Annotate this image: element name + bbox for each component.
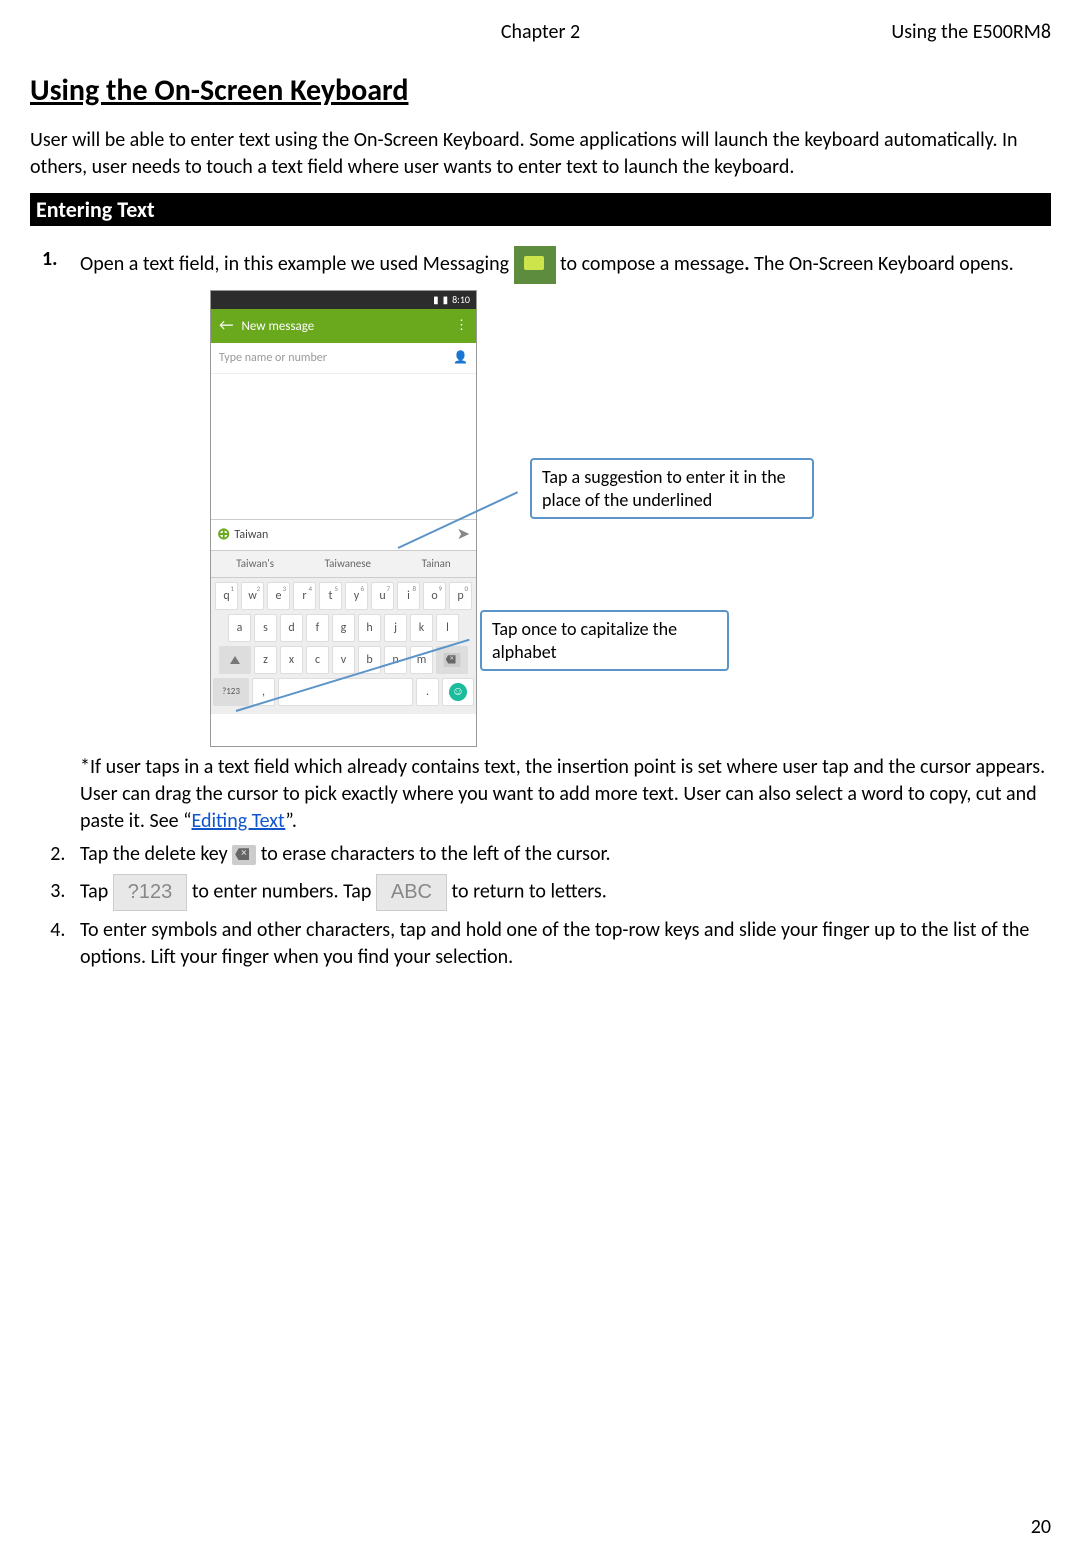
header-center: Chapter 2: [367, 20, 714, 44]
key-x[interactable]: x: [280, 646, 303, 674]
step-4: To enter symbols and other characters, t…: [70, 917, 1051, 971]
messaging-icon: ⌣: [514, 246, 556, 284]
step1-text-c: The On-Screen Keyboard opens.: [754, 252, 1014, 276]
step-1: Open a text field, in this example we us…: [70, 246, 1051, 748]
contact-icon[interactable]: 👤: [453, 350, 468, 366]
key-s[interactable]: s: [254, 614, 277, 642]
delete-key[interactable]: [436, 646, 468, 674]
key-w[interactable]: w2: [241, 582, 264, 610]
step2-b: to erase characters to the left of the c…: [261, 842, 611, 866]
key-a[interactable]: a: [228, 614, 251, 642]
signal-icon: ▮: [433, 293, 439, 307]
letters-key-icon: ABC: [376, 874, 447, 911]
step-3: Tap ?123 to enter numbers. Tap ABC to re…: [70, 874, 1051, 911]
message-body[interactable]: [211, 374, 476, 519]
attach-icon[interactable]: ⊕: [217, 524, 230, 546]
step1-text-a: Open a text field, in this example we us…: [80, 252, 514, 276]
page-title: Using the On-Screen Keyboard: [30, 72, 1051, 109]
step3-a: Tap: [80, 879, 113, 903]
section-bar: Entering Text: [30, 193, 1051, 226]
key-f[interactable]: f: [306, 614, 329, 642]
editing-text-link[interactable]: Editing Text: [191, 809, 285, 833]
period-key[interactable]: .: [416, 678, 439, 706]
status-bar: ▮ ▮ 8:10: [211, 291, 476, 309]
key-k[interactable]: k: [410, 614, 433, 642]
key-y[interactable]: y6: [345, 582, 368, 610]
app-bar: ← New message ⋮: [211, 309, 476, 343]
key-d[interactable]: d: [280, 614, 303, 642]
keyboard: q1w2e3r4t5y6u7i8o9p0 asdfghjkl zxcvbnm ?…: [211, 578, 476, 714]
key-q[interactable]: q1: [215, 582, 238, 610]
suggestion[interactable]: Taiwan's: [236, 557, 274, 572]
clock: 8:10: [452, 293, 470, 307]
key-i[interactable]: i8: [397, 582, 420, 610]
key-t[interactable]: t5: [319, 582, 342, 610]
suggestion[interactable]: Taiwanese: [325, 557, 371, 572]
key-u[interactable]: u7: [371, 582, 394, 610]
step1-text-b: to compose a message: [560, 252, 744, 276]
suggestion-bar: Taiwan's Taiwanese Tainan: [211, 550, 476, 578]
step-2: Tap the delete key to erase characters t…: [70, 841, 1051, 868]
battery-icon: ▮: [443, 293, 449, 307]
appbar-title: New message: [241, 319, 314, 334]
key-l[interactable]: l: [436, 614, 459, 642]
step3-b: to enter numbers. Tap: [192, 879, 376, 903]
to-placeholder: Type name or number: [219, 350, 327, 366]
note-b: ”.: [285, 809, 297, 833]
symbols-key[interactable]: ?123: [213, 678, 249, 706]
callout-suggestion: Tap a suggestion to enter it in the plac…: [530, 458, 814, 519]
step3-c: to return to letters.: [452, 879, 607, 903]
to-field[interactable]: Type name or number 👤: [211, 343, 476, 374]
emoji-key[interactable]: ☺: [442, 678, 474, 706]
key-r[interactable]: r4: [293, 582, 316, 610]
send-icon[interactable]: ➤: [457, 524, 470, 546]
suggestion[interactable]: Tainan: [422, 557, 451, 572]
page-header: Chapter 2 Using the E500RM8: [30, 20, 1051, 44]
overflow-icon[interactable]: ⋮: [455, 317, 468, 335]
key-e[interactable]: e3: [267, 582, 290, 610]
key-z[interactable]: z: [254, 646, 277, 674]
compose-row: ⊕ Taiwan ➤: [211, 519, 476, 550]
key-o[interactable]: o9: [423, 582, 446, 610]
key-p[interactable]: p0: [449, 582, 472, 610]
back-icon[interactable]: ←: [219, 316, 233, 335]
key-c[interactable]: c: [306, 646, 329, 674]
numbers-key-icon: ?123: [113, 874, 188, 911]
intro-paragraph: User will be able to enter text using th…: [30, 127, 1051, 181]
callout-shift: Tap once to capitalize the alphabet: [480, 610, 729, 671]
page-number: 20: [1031, 1515, 1051, 1539]
figure-keyboard: ▮ ▮ 8:10 ← New message ⋮ Type name or num…: [210, 290, 1051, 748]
key-v[interactable]: v: [332, 646, 355, 674]
delete-key-icon: [232, 845, 256, 865]
note-paragraph: *If user taps in a text field which alre…: [80, 754, 1051, 835]
key-j[interactable]: j: [384, 614, 407, 642]
header-right: Using the E500RM8: [714, 20, 1051, 44]
key-g[interactable]: g: [332, 614, 355, 642]
step2-a: Tap the delete key: [80, 842, 232, 866]
key-h[interactable]: h: [358, 614, 381, 642]
shift-key[interactable]: [219, 646, 251, 674]
